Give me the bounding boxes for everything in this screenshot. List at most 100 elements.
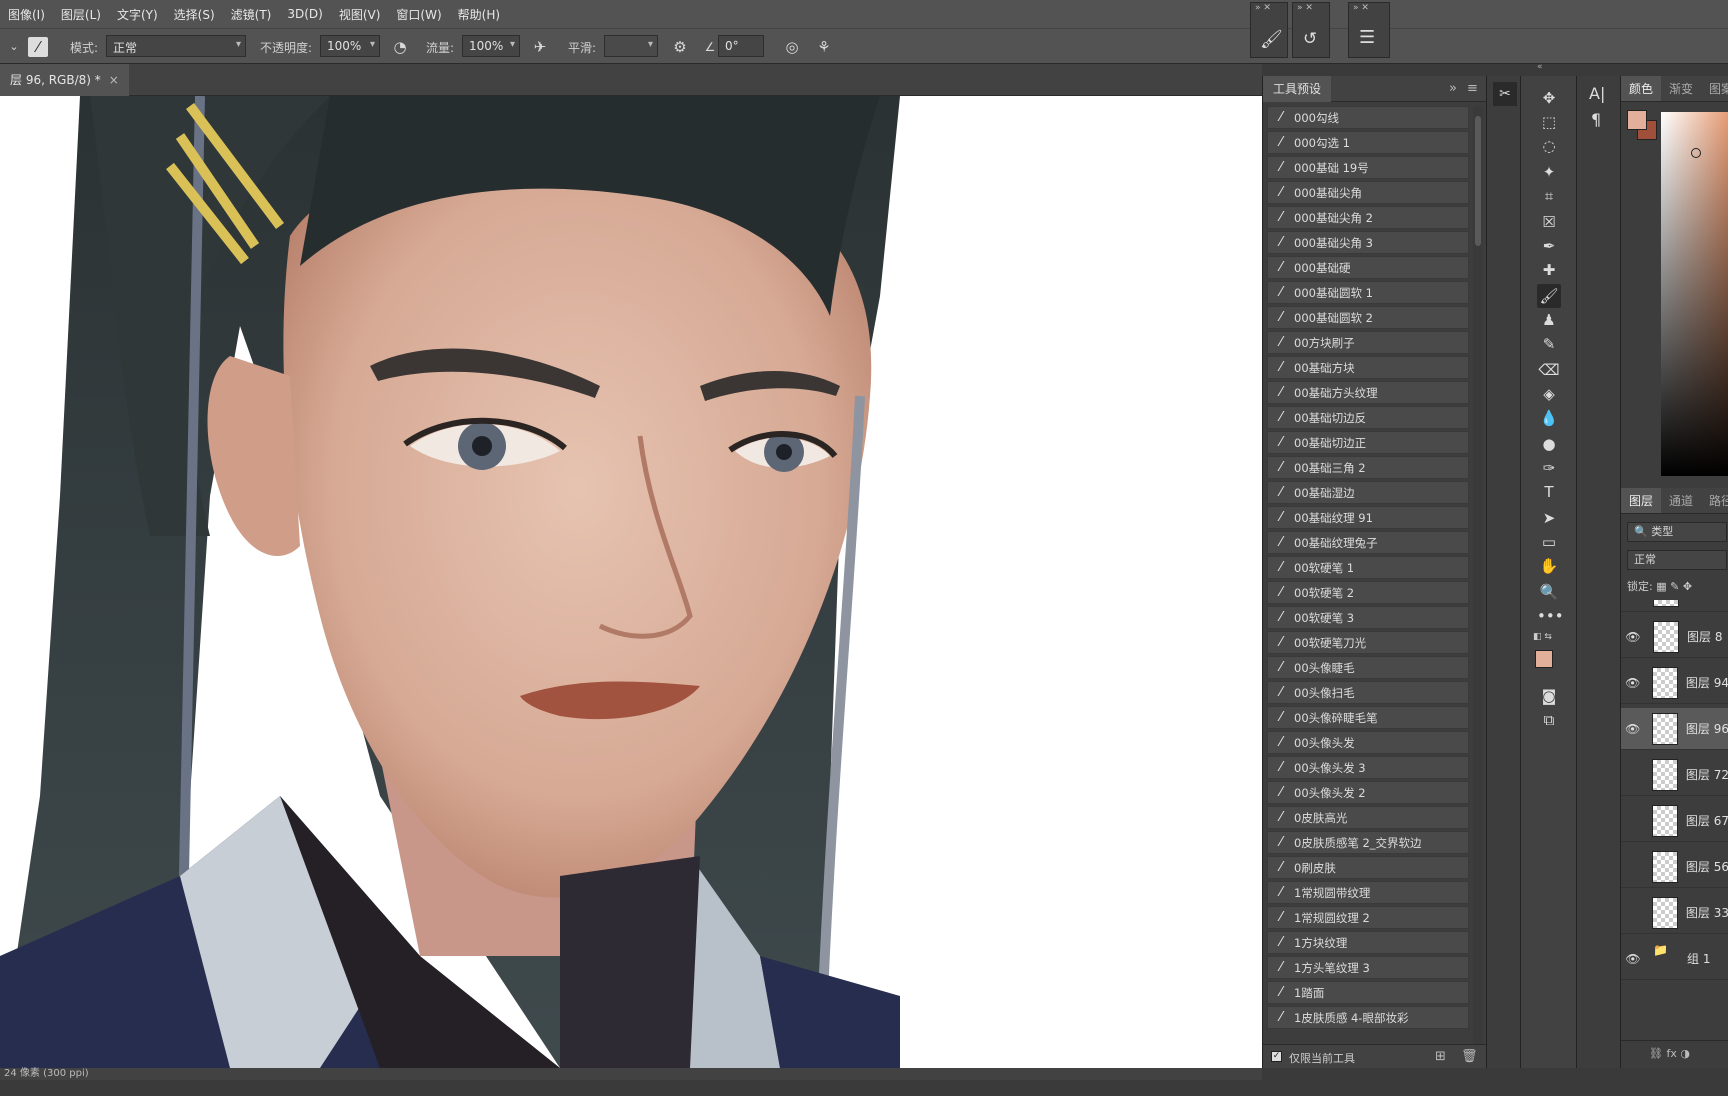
pen-tool-icon[interactable]: ✑	[1537, 456, 1561, 480]
preset-item[interactable]: ⁄ 00基础方块	[1267, 356, 1469, 379]
hand-tool-icon[interactable]: ✋	[1537, 554, 1561, 578]
gear-icon[interactable]: ⚙	[670, 37, 690, 57]
menu-item[interactable]: 视图(V)	[331, 6, 389, 23]
preset-item[interactable]: ⁄ 00基础切边正	[1267, 431, 1469, 454]
color-panel-tab[interactable]: 渐变	[1661, 76, 1701, 101]
preset-item[interactable]: ⁄ 1常规圆纹理 2	[1267, 906, 1469, 929]
document-tab[interactable]: 层 96, RGB/8) * ×	[0, 64, 129, 96]
preset-item[interactable]: ⁄ 1常规圆带纹理	[1267, 881, 1469, 904]
layer-row[interactable]: 👁 图层 96	[1621, 708, 1728, 750]
collapse-icon[interactable]: »	[1449, 81, 1457, 96]
eye-icon[interactable]: 👁	[1621, 722, 1644, 736]
smoothing-input[interactable]: ▾	[604, 35, 658, 57]
layer-row[interactable]: 图层 33	[1621, 892, 1728, 934]
chevron-down-icon[interactable]: ⌄	[4, 37, 24, 57]
sliders-icon[interactable]: ☰	[1359, 27, 1375, 48]
layer-row[interactable]: 👁 图层 94	[1621, 662, 1728, 704]
panel-menu-icon[interactable]: ≡	[1467, 81, 1478, 96]
layer-row[interactable]: 图层 72	[1621, 754, 1728, 796]
menu-item[interactable]: 选择(S)	[166, 6, 223, 23]
brush-tool-icon[interactable]: 🖌	[1537, 284, 1561, 308]
magic-wand-tool-icon[interactable]: ✦	[1537, 160, 1561, 184]
mask-icon[interactable]: ◑	[1680, 1047, 1690, 1060]
preset-item[interactable]: ⁄ 00头像头发	[1267, 731, 1469, 754]
character-panel-icon[interactable]: A|	[1589, 84, 1605, 103]
collapse-icon[interactable]: «	[1537, 62, 1543, 72]
preset-item[interactable]: ⁄ 000基础硬	[1267, 256, 1469, 279]
preset-item[interactable]: ⁄ 1踏面	[1267, 981, 1469, 1004]
preset-item[interactable]: ⁄ 00基础三角 2	[1267, 456, 1469, 479]
preset-item[interactable]: ⁄ 00头像睫毛	[1267, 656, 1469, 679]
color-picker-field[interactable]	[1661, 112, 1728, 476]
preset-item[interactable]: ⁄ 000基础尖角 3	[1267, 231, 1469, 254]
brush-settings-mini-panel[interactable]: » ✕ 🖌	[1250, 2, 1288, 58]
close-icon[interactable]: ×	[109, 73, 119, 87]
history-brush-tool-icon[interactable]: ✎	[1537, 332, 1561, 356]
eye-icon[interactable]: 👁	[1621, 952, 1645, 966]
preset-item[interactable]: ⁄ 00头像头发 3	[1267, 756, 1469, 779]
preset-item[interactable]: ⁄ 00头像扫毛	[1267, 681, 1469, 704]
move-tool-icon[interactable]: ✥	[1537, 86, 1561, 110]
airbrush-icon[interactable]: ✈	[530, 37, 550, 57]
layers-panel-tab[interactable]: 图层	[1621, 488, 1662, 513]
menu-item[interactable]: 帮助(H)	[450, 6, 508, 23]
layer-row[interactable]: 👁 图层 8	[1621, 616, 1728, 658]
healing-brush-tool-icon[interactable]: ✚	[1537, 258, 1561, 282]
preset-item[interactable]: ⁄ 000基础尖角 2	[1267, 206, 1469, 229]
menu-item[interactable]: 3D(D)	[279, 7, 330, 21]
blur-tool-icon[interactable]: 💧	[1537, 406, 1561, 430]
scrollbar-thumb[interactable]	[1475, 116, 1481, 246]
eye-icon[interactable]: 👁	[1621, 676, 1644, 690]
adjustments-mini-panel[interactable]: » ✕ ☰	[1348, 2, 1390, 58]
path-selection-tool-icon[interactable]: ➤	[1537, 506, 1561, 530]
scissors-icon[interactable]: ✂	[1493, 82, 1517, 106]
rectangle-tool-icon[interactable]: ▭	[1537, 530, 1561, 554]
opacity-input[interactable]: 100% ▾	[320, 35, 380, 57]
preset-item[interactable]: ⁄ 00软硬笔 2	[1267, 581, 1469, 604]
symmetry-icon[interactable]: ⚘	[814, 37, 834, 57]
layer-row[interactable]: 图层 56	[1621, 846, 1728, 888]
brush-preset-picker-icon[interactable]: ⁄	[28, 37, 48, 57]
more-tools-icon[interactable]: •••	[1537, 604, 1564, 628]
type-tool-icon[interactable]: T	[1537, 480, 1561, 504]
preset-item[interactable]: ⁄ 00基础湿边	[1267, 481, 1469, 504]
fx-button[interactable]: fx	[1666, 1047, 1676, 1060]
preset-item[interactable]: ⁄ 000勾线	[1267, 106, 1469, 129]
new-preset-icon[interactable]: ⊞	[1435, 1049, 1446, 1064]
history-mini-panel[interactable]: » ✕ ↺	[1292, 2, 1330, 58]
paragraph-panel-icon[interactable]: ¶	[1591, 110, 1601, 129]
layers-panel-tab[interactable]: 通道	[1661, 488, 1701, 513]
layer-row[interactable]: 👁图层	[1621, 600, 1728, 612]
preset-item[interactable]: ⁄ 1方头笔纹理 3	[1267, 956, 1469, 979]
screen-mode-icon[interactable]: ⧉	[1537, 708, 1561, 732]
trash-icon[interactable]: 🗑	[1461, 1049, 1478, 1064]
brush-settings-icon[interactable]: 🖌	[1260, 29, 1283, 50]
preset-item[interactable]: ⁄ 000勾选 1	[1267, 131, 1469, 154]
layers-panel-tab[interactable]: 路径	[1701, 488, 1728, 513]
lock-position-icon[interactable]: ✥	[1683, 580, 1692, 593]
preset-item[interactable]: ⁄ 000基础圆软 2	[1267, 306, 1469, 329]
layer-row[interactable]: 图层 67	[1621, 800, 1728, 842]
preset-item[interactable]: ⁄ 1皮肤质感 4-眼部妆彩	[1267, 1006, 1469, 1029]
zoom-tool-icon[interactable]: 🔍	[1537, 580, 1561, 604]
canvas[interactable]	[0, 96, 1262, 1068]
preset-item[interactable]: ⁄ 00软硬笔刀光	[1267, 631, 1469, 654]
menu-item[interactable]: 滤镜(T)	[223, 6, 280, 23]
lock-transparency-icon[interactable]: ▦	[1656, 580, 1666, 593]
expand-icon[interactable]: » ✕	[1255, 3, 1271, 13]
dodge-tool-icon[interactable]: ●	[1537, 432, 1561, 456]
preset-item[interactable]: ⁄ 00基础方头纹理	[1267, 381, 1469, 404]
quick-mask-icon[interactable]: ◙	[1537, 684, 1561, 708]
expand-icon[interactable]: » ✕	[1353, 3, 1369, 13]
preset-item[interactable]: ⁄ 0皮肤质感笔 2_交界软边	[1267, 831, 1469, 854]
lasso-tool-icon[interactable]: ◌	[1537, 134, 1561, 158]
preset-item[interactable]: ⁄ 00基础切边反	[1267, 406, 1469, 429]
preset-item[interactable]: ⁄ 00软硬笔 1	[1267, 556, 1469, 579]
current-tool-only-checkbox[interactable]: ✓	[1271, 1051, 1282, 1062]
pressure-opacity-icon[interactable]: ◔	[390, 37, 410, 57]
eyedropper-tool-icon[interactable]: ✒	[1537, 234, 1561, 258]
menu-item[interactable]: 窗口(W)	[388, 6, 449, 23]
preset-item[interactable]: ⁄ 000基础尖角	[1267, 181, 1469, 204]
preset-item[interactable]: ⁄ 00方块刷子	[1267, 331, 1469, 354]
marquee-tool-icon[interactable]: ⬚	[1537, 110, 1561, 134]
